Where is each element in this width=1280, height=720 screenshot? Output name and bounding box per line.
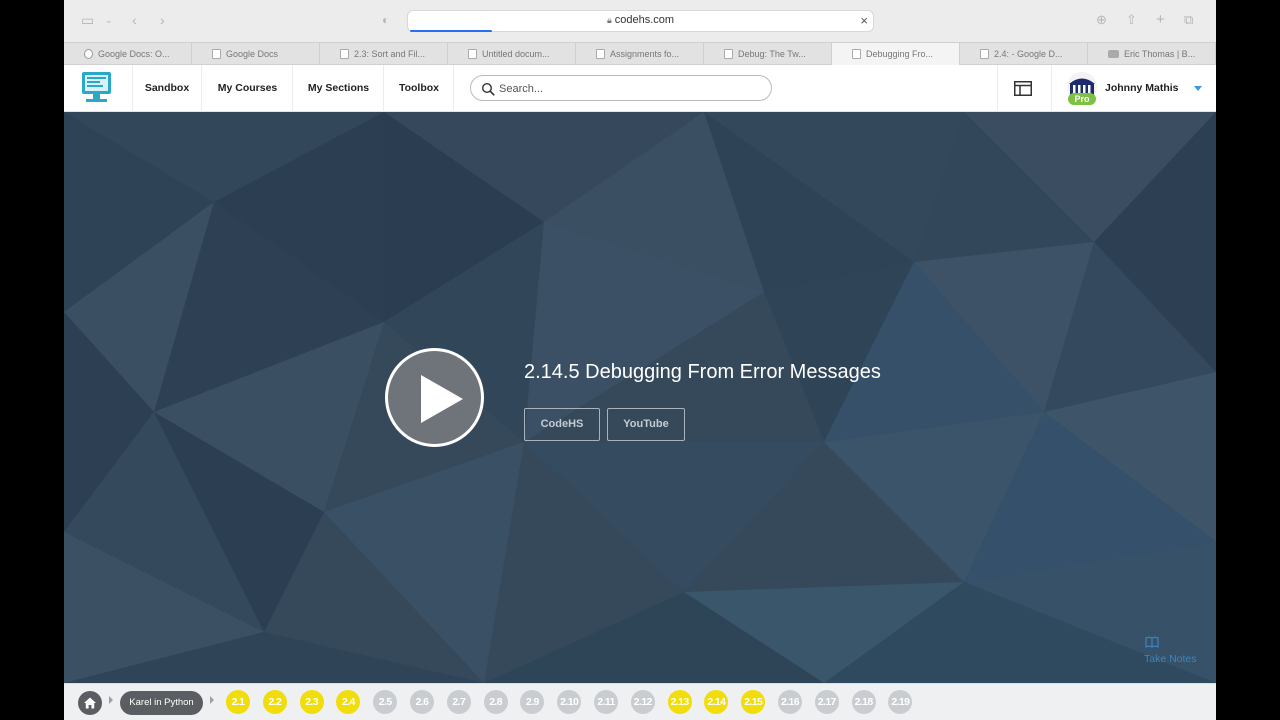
- stop-loading-icon[interactable]: ×: [860, 13, 868, 28]
- play-button[interactable]: [385, 348, 484, 447]
- page-load-progress: [410, 30, 492, 32]
- doc-icon: [980, 49, 989, 59]
- sidebar-toggle-icon[interactable]: ▭: [81, 12, 94, 28]
- lesson-item[interactable]: 2.2: [262, 690, 287, 714]
- play-icon: [421, 375, 463, 423]
- lesson-item[interactable]: 2.19: [888, 690, 913, 714]
- lesson-item[interactable]: 2.17: [814, 690, 839, 714]
- codehs-logo[interactable]: [81, 71, 112, 104]
- lesson-item[interactable]: 2.14: [704, 690, 729, 714]
- download-icon[interactable]: ⊕: [1096, 12, 1107, 28]
- share-icon[interactable]: ⇧: [1126, 12, 1137, 28]
- doc-icon: [468, 49, 477, 59]
- address-bar[interactable]: 🔒︎ codehs.com ×: [407, 10, 874, 32]
- lesson-item[interactable]: 2.4: [336, 690, 361, 714]
- address-text-wrap: 🔒︎ codehs.com: [408, 14, 873, 26]
- doc-icon: [340, 49, 349, 59]
- lesson-item[interactable]: 2.8: [483, 690, 508, 714]
- breadcrumb-chevron-icon: [109, 696, 113, 704]
- search-input[interactable]: [499, 81, 759, 96]
- browser-tab-label: Debugging Fro...: [866, 49, 934, 59]
- lesson-item[interactable]: 2.7: [446, 690, 471, 714]
- nav-divider: [997, 65, 998, 112]
- new-tab-icon[interactable]: +: [1156, 12, 1165, 28]
- lesson-item[interactable]: 2.1: [226, 690, 250, 714]
- lesson-item[interactable]: 2.5: [373, 690, 398, 714]
- browser-toolbar: ▭ ⌄ ‹ › ◐ 🔒︎ codehs.com × ⊕ ⇧ + ⧉: [64, 0, 1216, 42]
- nav-sandbox[interactable]: Sandbox: [132, 65, 202, 112]
- lesson-item[interactable]: 2.12: [630, 690, 655, 714]
- lesson-item[interactable]: 2.6: [410, 690, 434, 714]
- browser-tab[interactable]: Untitled docum...: [448, 43, 576, 65]
- lesson-item[interactable]: 2.3: [299, 690, 324, 714]
- browser-tab-label: Debug: The Tw...: [738, 49, 806, 59]
- lesson-item[interactable]: 2.11: [594, 690, 618, 714]
- browser-tab[interactable]: 2.4: - Google D...: [960, 43, 1088, 65]
- user-name[interactable]: Johnny Mathis: [1105, 82, 1179, 94]
- nav-toolbox[interactable]: Toolbox: [385, 65, 454, 112]
- google-icon: [84, 49, 93, 59]
- breadcrumb-chevron-icon: [210, 696, 214, 704]
- nav-divider: [1051, 65, 1052, 112]
- address-text: codehs.com: [614, 14, 675, 26]
- lesson-item[interactable]: 2.18: [851, 690, 876, 714]
- video-player[interactable]: 2.14.5 Debugging From Error Messages Cod…: [64, 112, 1216, 683]
- youtube-icon: [1108, 50, 1119, 58]
- tab-overview-icon[interactable]: ⧉: [1184, 12, 1193, 28]
- take-notes-link[interactable]: Take Notes: [1144, 653, 1197, 665]
- lesson-item[interactable]: 2.16: [778, 690, 802, 714]
- browser-tab[interactable]: Google Docs: O...: [64, 43, 192, 65]
- video-title: 2.14.5 Debugging From Error Messages: [524, 361, 881, 383]
- back-icon[interactable]: ‹: [132, 12, 137, 28]
- nav-my-sections[interactable]: My Sections: [294, 65, 384, 112]
- browser-tab[interactable]: Eric Thomas | B...: [1088, 43, 1216, 65]
- site-navbar: Sandbox My Courses My Sections Toolbox S…: [64, 65, 1216, 112]
- notebook-icon[interactable]: [1145, 636, 1159, 648]
- forward-icon[interactable]: ›: [160, 12, 165, 28]
- lesson-item[interactable]: 2.13: [667, 690, 692, 714]
- browser-tab-label: Google Docs: [226, 49, 279, 59]
- browser-tab-label: 2.3: Sort and Fil...: [354, 49, 426, 59]
- browser-tab-label: 2.4: - Google D...: [994, 49, 1063, 59]
- browser-tab[interactable]: Debug: The Tw...: [704, 43, 832, 65]
- lesson-item[interactable]: 2.10: [557, 690, 582, 714]
- nav-my-courses[interactable]: My Courses: [203, 65, 293, 112]
- browser-tab[interactable]: Google Docs: [192, 43, 320, 65]
- browser-tab-label: Eric Thomas | B...: [1124, 49, 1196, 59]
- browser-tab-label: Untitled docum...: [482, 49, 550, 59]
- youtube-source-button[interactable]: YouTube: [607, 408, 685, 441]
- browser-tab[interactable]: Debugging Fro...: [832, 43, 960, 65]
- home-icon: [84, 697, 96, 709]
- browser-tab-label: Google Docs: O...: [98, 49, 170, 59]
- layout-toggle-icon[interactable]: [1014, 81, 1032, 96]
- browser-tab-label: Assignments fo...: [610, 49, 680, 59]
- search-box[interactable]: [470, 75, 772, 101]
- lesson-navigation-bar: Karel in Python 2.1 2.2 2.3 2.4 2.5 2.6 2.7 2.8…: [64, 683, 1216, 720]
- search-icon: [481, 82, 495, 96]
- lesson-item[interactable]: 2.15: [741, 690, 766, 714]
- page-icon: [724, 49, 733, 59]
- browser-tab[interactable]: 2.3: Sort and Fil...: [320, 43, 448, 65]
- course-breadcrumb[interactable]: Karel in Python: [120, 691, 203, 715]
- chevron-down-icon[interactable]: ⌄: [105, 12, 113, 28]
- browser-tab[interactable]: Assignments fo...: [576, 43, 704, 65]
- lesson-item[interactable]: 2.9: [520, 690, 545, 714]
- codehs-source-button[interactable]: CodeHS: [524, 408, 600, 441]
- home-button[interactable]: [78, 691, 102, 715]
- polygon-background: [64, 112, 1216, 683]
- page-icon: [596, 49, 605, 59]
- browser-window: ▭ ⌄ ‹ › ◐ 🔒︎ codehs.com × ⊕ ⇧ + ⧉ Google …: [64, 0, 1216, 720]
- tab-strip: Google Docs: O... Google Docs 2.3: Sort an…: [64, 42, 1216, 65]
- caret-down-icon[interactable]: [1194, 86, 1202, 91]
- privacy-shield-icon[interactable]: ◐: [382, 12, 389, 28]
- doc-icon: [212, 49, 221, 59]
- pro-badge: Pro: [1068, 93, 1096, 105]
- lock-icon: 🔒︎: [606, 15, 612, 25]
- page-icon: [852, 49, 861, 59]
